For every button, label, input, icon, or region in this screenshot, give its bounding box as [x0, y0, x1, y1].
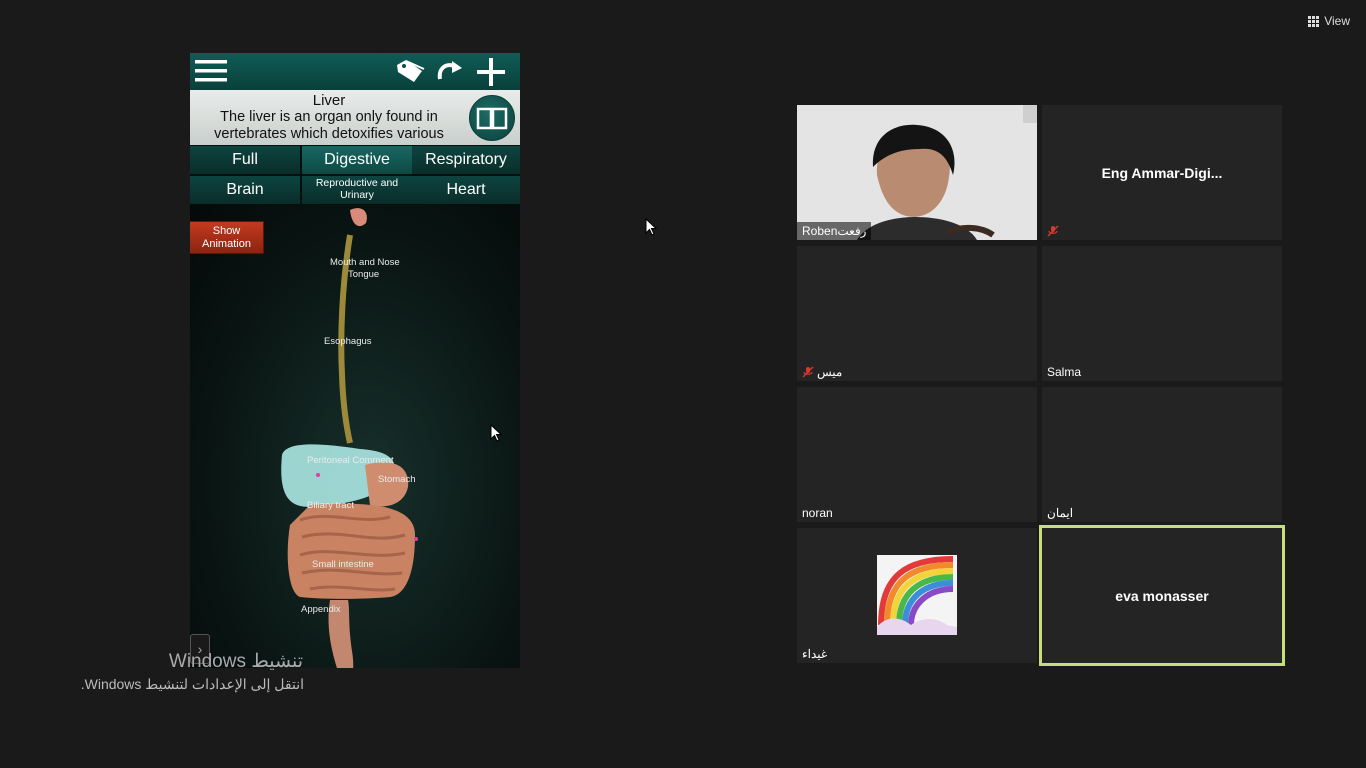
participant-name: Robenرفعت: [802, 224, 867, 238]
tab-brain[interactable]: Brain: [190, 176, 300, 204]
participant-name-tag: غيداء: [797, 645, 832, 663]
participant-tile[interactable]: غيداء: [797, 528, 1037, 663]
label-esophagus: Esophagus: [324, 336, 372, 347]
participant-name-tag: Salma: [1042, 363, 1086, 381]
organ-title: Liver: [312, 92, 346, 109]
participant-tile[interactable]: Eng Ammar-Digi...: [1042, 105, 1282, 240]
participant-tile-active-speaker[interactable]: eva monasser: [1039, 525, 1285, 666]
tab-digestive[interactable]: Digestive: [302, 146, 412, 174]
rainbow-avatar-image: [877, 555, 957, 635]
participant-tile[interactable]: Robenرفعت: [797, 105, 1037, 240]
label-small-intestine: Small intestine: [312, 559, 374, 570]
participant-center-name: eva monasser: [1115, 587, 1209, 604]
participant-name-tag: ميس: [797, 363, 847, 381]
participant-name-tag: ايمان: [1042, 504, 1078, 522]
participant-name: Salma: [1047, 365, 1082, 379]
organ-info-panel: Liver The liver is an organ only found i…: [190, 90, 520, 145]
label-biliary: Biliary tract: [307, 500, 354, 511]
show-animation-button[interactable]: Show Animation: [190, 222, 263, 253]
book-button[interactable]: [469, 95, 515, 141]
participant-name: noran: [802, 506, 833, 520]
book-icon: [476, 107, 508, 130]
participant-tile[interactable]: ايمان: [1042, 387, 1282, 522]
view-button[interactable]: View: [1308, 12, 1350, 30]
windows-activation-subtitle: انتقل إلى الإعدادات لتنشيط Windows.: [80, 676, 304, 692]
system-tabs: Full Digestive Respiratory Brain Reprodu…: [190, 145, 520, 205]
menu-icon[interactable]: [194, 57, 228, 85]
tab-full[interactable]: Full: [190, 146, 300, 174]
mouse-cursor-icon: [490, 424, 502, 442]
mic-muted-icon: [802, 366, 814, 378]
tag-icon[interactable]: [394, 57, 428, 85]
mic-muted-icon: [1047, 225, 1059, 237]
label-appendix: Appendix: [301, 604, 341, 615]
participant-name: ايمان: [1047, 506, 1074, 520]
grid-icon: [1308, 15, 1320, 27]
participant-video: [797, 105, 1037, 240]
label-mouth: Mouth and Nose: [330, 257, 400, 268]
windows-activation-title: تنشيط Windows: [168, 651, 303, 672]
participant-name-tag: [1042, 222, 1064, 240]
tab-heart[interactable]: Heart: [412, 176, 520, 204]
label-peritoneum: Peritoneal Comment: [307, 455, 394, 466]
participant-center-name: Eng Ammar-Digi...: [1101, 164, 1223, 181]
view-label: View: [1324, 14, 1350, 28]
tab-respiratory[interactable]: Respiratory: [412, 146, 520, 174]
label-tongue: Tongue: [348, 269, 380, 280]
label-stomach: Stomach: [378, 474, 416, 485]
app-toolbar: [190, 53, 520, 90]
participant-tile[interactable]: noran: [797, 387, 1037, 522]
participant-name: غيداء: [802, 647, 828, 661]
participant-name: ميس: [817, 365, 843, 379]
participant-name-tag: noran: [797, 504, 838, 522]
organ-description: The liver is an organ only found in vert…: [214, 109, 444, 142]
plus-icon[interactable]: [475, 57, 507, 87]
tab-reproductive-urinary[interactable]: Reproductive and Urinary: [302, 176, 412, 204]
participant-name-tag: Robenرفعت: [797, 222, 872, 240]
mouse-cursor-icon: [645, 218, 657, 236]
participant-tile[interactable]: ميس: [797, 246, 1037, 381]
redo-icon[interactable]: [434, 57, 464, 85]
participant-tile[interactable]: Salma: [1042, 246, 1282, 381]
shared-screen-app: Liver The liver is an organ only found i…: [190, 53, 520, 668]
